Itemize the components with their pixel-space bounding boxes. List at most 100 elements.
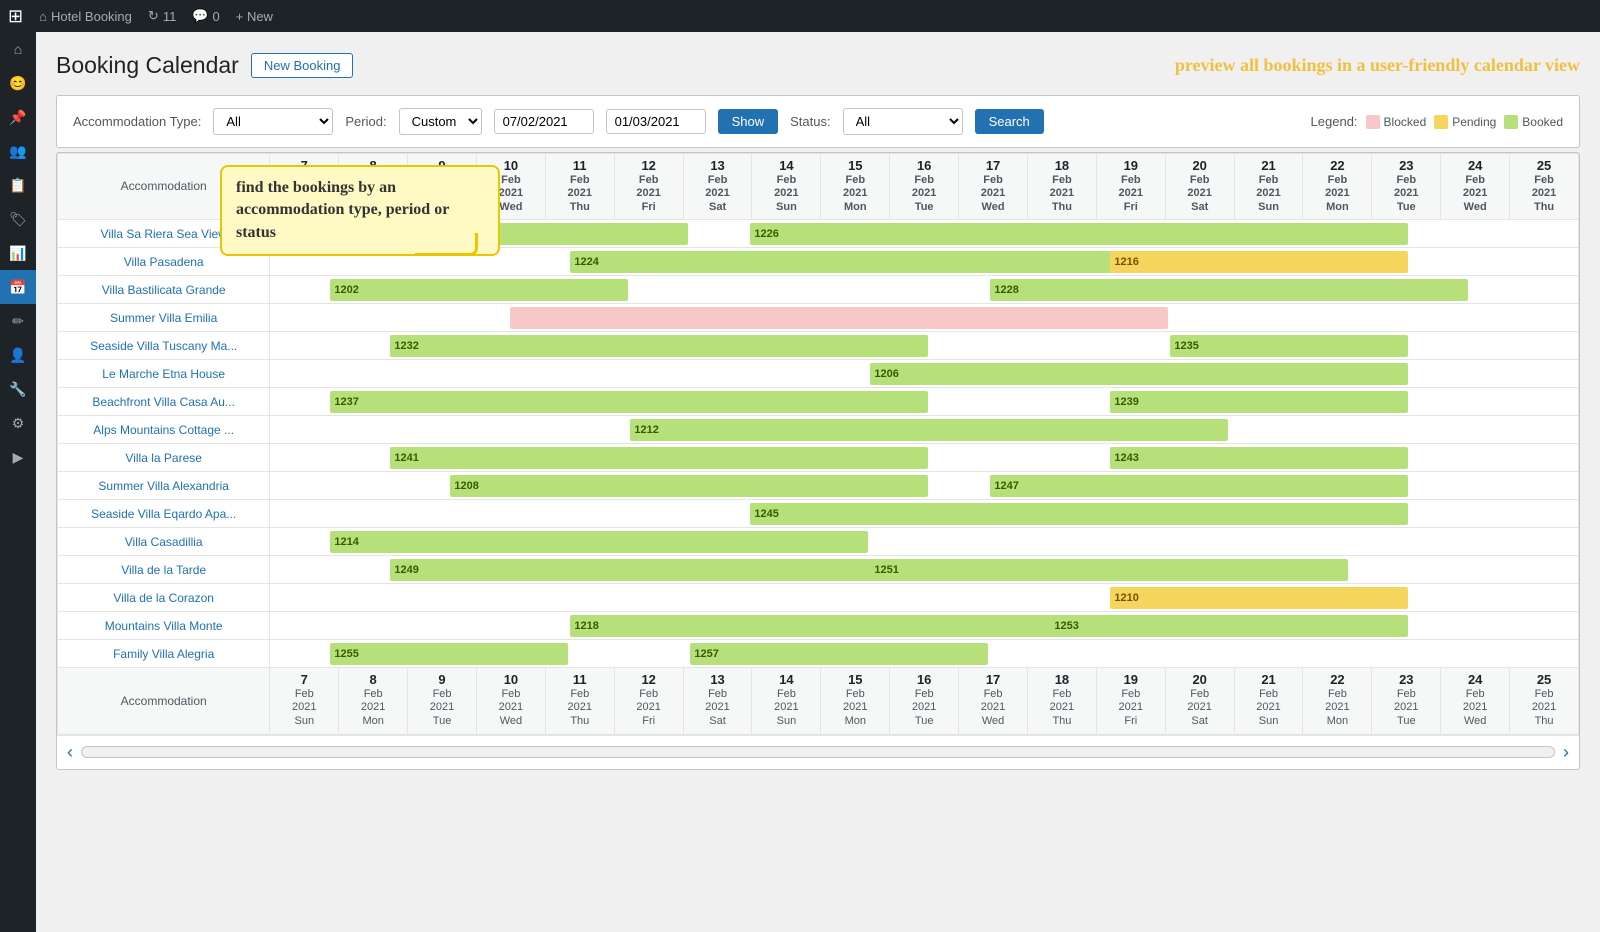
booking-bar-1249[interactable]: 1249	[390, 559, 928, 581]
status-select[interactable]: All	[843, 108, 963, 135]
header-date-14: 14Feb2021Sun	[752, 154, 821, 220]
date-to-input[interactable]	[606, 109, 706, 134]
booking-bar-1214[interactable]: 1214	[330, 531, 868, 553]
booking-bar-1224[interactable]: 1224	[570, 251, 1168, 273]
sidebar-icon-calendar[interactable]: 📅	[0, 270, 36, 304]
booking-bar-1239[interactable]: 1239	[1110, 391, 1408, 413]
annotation-text: find the bookings by an accommodation ty…	[236, 179, 449, 241]
sidebar-icon-play[interactable]: ▶	[0, 440, 36, 474]
booking-row-data: 1245	[270, 500, 1579, 528]
footer-date-17: 17Feb2021Wed	[959, 668, 1028, 734]
booking-bar-1232[interactable]: 1232	[390, 335, 928, 357]
show-button[interactable]: Show	[718, 109, 779, 134]
accommodation-name-cell[interactable]: Le Marche Etna House	[58, 360, 270, 388]
booking-bar-1228[interactable]: 1228	[990, 279, 1468, 301]
table-row: Summer Villa Alexandria 1208 1247	[58, 472, 1579, 500]
sidebar-icon-comments[interactable]: 🏷	[0, 202, 36, 236]
booking-bar-[interactable]	[510, 307, 1168, 329]
booking-bar-1202[interactable]: 1202	[330, 279, 628, 301]
footer-date-16: 16Feb2021Tue	[890, 668, 959, 734]
scroll-left-arrow[interactable]: ‹	[67, 742, 73, 763]
booking-bar-1226[interactable]: 1226	[750, 223, 1408, 245]
booking-row-data: 1255 1257	[270, 640, 1579, 668]
booking-bar-1253[interactable]: 1253	[1050, 615, 1408, 637]
scroll-right-arrow[interactable]: ›	[1563, 742, 1569, 763]
booking-bar-1237[interactable]: 1237	[330, 391, 928, 413]
accommodation-name-cell[interactable]: Alps Mountains Cottage ...	[58, 416, 270, 444]
sidebar-icon-dashboard[interactable]: ⌂	[0, 32, 36, 66]
booking-row-data: 1202 1228	[270, 276, 1579, 304]
new-booking-button[interactable]: New Booking	[251, 53, 354, 78]
preview-banner: preview all bookings in a user-friendly …	[1175, 55, 1580, 76]
accommodation-name-cell[interactable]: Mountains Villa Monte	[58, 612, 270, 640]
accommodation-name-cell[interactable]: Family Villa Alegria	[58, 640, 270, 668]
booking-bar-1208[interactable]: 1208	[450, 475, 928, 497]
booking-bar-1210[interactable]: 1210	[1110, 587, 1408, 609]
footer-date-25: 25Feb2021Thu	[1510, 668, 1579, 734]
accommodation-name-cell[interactable]: Villa Casadillia	[58, 528, 270, 556]
accommodation-type-label: Accommodation Type:	[73, 114, 201, 129]
accommodation-name-cell[interactable]: Villa de la Corazon	[58, 584, 270, 612]
legend-label: Legend:	[1311, 114, 1358, 129]
booking-bar-1216[interactable]: 1216	[1110, 251, 1408, 273]
booking-bar-1241[interactable]: 1241	[390, 447, 928, 469]
booked-color-swatch	[1504, 115, 1518, 129]
booking-bar-1247[interactable]: 1247	[990, 475, 1408, 497]
accommodation-name-cell[interactable]: Seaside Villa Tuscany Ma...	[58, 332, 270, 360]
sidebar-icon-user[interactable]: 👤	[0, 338, 36, 372]
sidebar-icon-edit[interactable]: ✏	[0, 304, 36, 338]
period-label: Period:	[345, 114, 386, 129]
sidebar-icon-pages[interactable]: 📋	[0, 168, 36, 202]
footer-date-24: 24Feb2021Wed	[1441, 668, 1510, 734]
booking-bar-1212[interactable]: 1212	[630, 419, 1228, 441]
accommodation-type-select[interactable]: All	[213, 108, 333, 135]
updates-count[interactable]: ↻ 11	[148, 8, 176, 24]
booking-bar-1251[interactable]: 1251	[870, 559, 1348, 581]
booking-bar-1206[interactable]: 1206	[870, 363, 1408, 385]
accommodation-footer-label: Accommodation	[58, 668, 270, 734]
sidebar-icon-appearance[interactable]: 📊	[0, 236, 36, 270]
scroll-track[interactable]	[81, 746, 1555, 758]
header-date-15: 15Feb2021Mon	[821, 154, 890, 220]
sidebar-icon-pin[interactable]: 📌	[0, 100, 36, 134]
accommodation-name-cell[interactable]: Summer Villa Alexandria	[58, 472, 270, 500]
accommodation-name-cell[interactable]: Villa la Parese	[58, 444, 270, 472]
booking-bar-1245[interactable]: 1245	[750, 503, 1408, 525]
comments-count[interactable]: 💬 0	[192, 8, 219, 24]
footer-date-22: 22Feb2021Mon	[1303, 668, 1372, 734]
booking-bar-1243[interactable]: 1243	[1110, 447, 1408, 469]
footer-date-23: 23Feb2021Tue	[1372, 668, 1441, 734]
booking-row-data: 1237 1239	[270, 388, 1579, 416]
booking-row-data: 1232 1235	[270, 332, 1579, 360]
booking-row-data: 1212	[270, 416, 1579, 444]
accommodation-name-cell[interactable]: Seaside Villa Eqardo Apa...	[58, 500, 270, 528]
sidebar-icon-users[interactable]: 👥	[0, 134, 36, 168]
header-date-11: 11Feb2021Thu	[545, 154, 614, 220]
booking-row-data: 12181253	[270, 612, 1579, 640]
sidebar-icon-tools[interactable]: 🔧	[0, 372, 36, 406]
wp-logo[interactable]: ⊞	[8, 6, 23, 27]
accommodation-name-cell[interactable]: Villa Bastilicata Grande	[58, 276, 270, 304]
accommodation-name-cell[interactable]: Summer Villa Emilia	[58, 304, 270, 332]
search-button[interactable]: Search	[975, 109, 1044, 134]
booking-bar-1255[interactable]: 1255	[330, 643, 568, 665]
accommodation-name-cell[interactable]: Villa de la Tarde	[58, 556, 270, 584]
period-select[interactable]: Custom	[399, 108, 482, 135]
date-from-input[interactable]	[494, 109, 594, 134]
table-row: Villa Casadillia 1214	[58, 528, 1579, 556]
update-icon: ↻	[148, 8, 159, 24]
sidebar-icon-profile[interactable]: 😊	[0, 66, 36, 100]
new-post-button[interactable]: + New	[236, 9, 273, 24]
site-name[interactable]: ⌂ Hotel Booking	[39, 9, 132, 24]
table-row: Villa la Parese 1241 1243	[58, 444, 1579, 472]
sidebar-icon-settings[interactable]: ⚙	[0, 406, 36, 440]
annotation-box: find the bookings by an accommodation ty…	[220, 165, 500, 256]
table-row: Family Villa Alegria 1255 1257	[58, 640, 1579, 668]
booking-row-data: 1208 1247	[270, 472, 1579, 500]
admin-bar: ⊞ ⌂ Hotel Booking ↻ 11 💬 0 + New	[0, 0, 1600, 32]
booking-bar-1218[interactable]: 1218	[570, 615, 1108, 637]
accommodation-name-cell[interactable]: Beachfront Villa Casa Au...	[58, 388, 270, 416]
booking-bar-1257[interactable]: 1257	[690, 643, 988, 665]
header-date-25: 25Feb2021Thu	[1510, 154, 1579, 220]
booking-bar-1235[interactable]: 1235	[1170, 335, 1408, 357]
